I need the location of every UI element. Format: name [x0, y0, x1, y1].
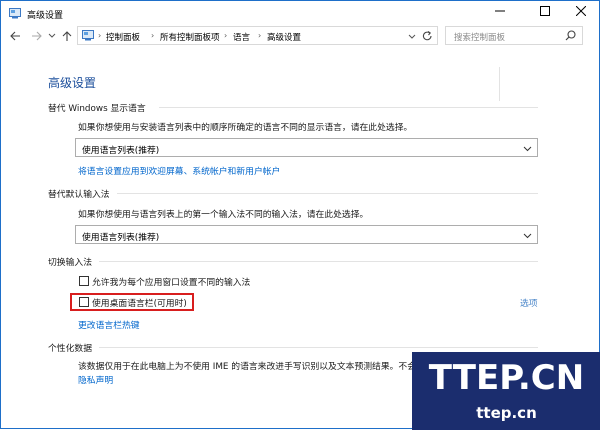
display-language-select[interactable]: 使用语言列表(推荐) — [75, 138, 538, 157]
forward-arrow-icon[interactable] — [30, 30, 42, 42]
section-title-switch-input: 切换输入法 — [48, 258, 92, 268]
per-app-input-checkbox[interactable] — [79, 276, 89, 286]
title-divider — [499, 67, 500, 101]
maximize-button[interactable] — [527, 1, 562, 23]
control-panel-icon — [9, 8, 21, 19]
options-link[interactable]: 选项 — [520, 296, 538, 309]
search-input[interactable]: 搜索控制面板 — [445, 26, 583, 45]
maximize-icon — [539, 5, 550, 19]
watermark-main-text: TTEP.CN — [428, 358, 585, 398]
page-title: 高级设置 — [48, 76, 97, 90]
window-title: 高级设置 — [27, 11, 64, 21]
input-method-select-value: 使用语言列表(推荐) — [82, 233, 160, 243]
search-icon[interactable] — [565, 30, 576, 44]
chevron-down-icon — [523, 231, 532, 240]
input-method-description: 如果你想使用与语言列表上的第一个输入法不同的输入法，请在此处选择。 — [78, 210, 369, 220]
breadcrumb-separator-icon: › — [98, 31, 102, 40]
breadcrumb-separator-icon: › — [151, 31, 155, 40]
display-language-select-value: 使用语言列表(推荐) — [82, 146, 160, 156]
title-bar: 高级设置 — [1, 1, 599, 27]
section-title-input-method: 替代默认输入法 — [48, 190, 110, 200]
section-divider — [117, 193, 538, 194]
up-arrow-icon[interactable] — [61, 30, 73, 42]
minimize-icon — [494, 6, 505, 19]
minimize-button[interactable] — [482, 1, 517, 23]
change-hotkey-link[interactable]: 更改语言栏热键 — [78, 318, 140, 331]
personalization-description: 该数据仅用于在此电脑上为不使用 IME 的语言来改进手写识别以及文本预测结果。不… — [78, 362, 417, 372]
refresh-icon[interactable] — [422, 30, 433, 45]
section-title-personalization: 个性化数据 — [48, 344, 92, 354]
address-dropdown-icon[interactable] — [408, 33, 416, 43]
recent-chevron-icon[interactable] — [46, 30, 58, 42]
breadcrumb-all-items[interactable]: 所有控制面板项 — [160, 31, 220, 43]
search-placeholder: 搜索控制面板 — [454, 33, 506, 43]
navigation-bar: › 控制面板 › 所有控制面板项 › 语言 › 高级设置 搜索控制面板 — [1, 25, 599, 47]
section-title-display-language: 替代 Windows 显示语言 — [48, 104, 146, 114]
chevron-down-icon — [523, 144, 532, 153]
watermark: TTEP.CN ttep.cn — [412, 352, 600, 430]
watermark-sub-text: ttep.cn — [476, 404, 537, 422]
control-panel-icon — [82, 30, 94, 44]
window: 高级设置 › 控制面板 › 所有控制面板项 › 语言 › 高级设置 搜索控制面板… — [0, 0, 600, 430]
breadcrumb-separator-icon: › — [258, 31, 262, 40]
section-divider — [99, 261, 538, 262]
breadcrumb-separator-icon: › — [224, 31, 228, 40]
breadcrumb-language[interactable]: 语言 — [233, 31, 250, 43]
apply-language-settings-link[interactable]: 将语言设置应用到欢迎屏幕、系统帐户和新用户帐户 — [78, 164, 280, 177]
breadcrumb-control-panel[interactable]: 控制面板 — [106, 31, 140, 43]
per-app-input-label[interactable]: 允许我为每个应用窗口设置不同的输入法 — [92, 275, 250, 288]
highlight-box — [70, 293, 194, 311]
privacy-statement-link[interactable]: 隐私声明 — [78, 373, 113, 386]
section-divider — [99, 347, 538, 348]
close-icon — [575, 5, 586, 19]
address-bar[interactable]: › 控制面板 › 所有控制面板项 › 语言 › 高级设置 — [77, 26, 438, 45]
close-button[interactable] — [563, 1, 598, 23]
back-arrow-icon[interactable] — [9, 30, 21, 42]
section-divider — [159, 107, 538, 108]
breadcrumb-advanced[interactable]: 高级设置 — [267, 31, 301, 43]
display-language-description: 如果你想使用与安装语言列表中的顺序所确定的语言不同的显示语言，请在此处选择。 — [78, 123, 413, 133]
input-method-select[interactable]: 使用语言列表(推荐) — [75, 225, 538, 244]
